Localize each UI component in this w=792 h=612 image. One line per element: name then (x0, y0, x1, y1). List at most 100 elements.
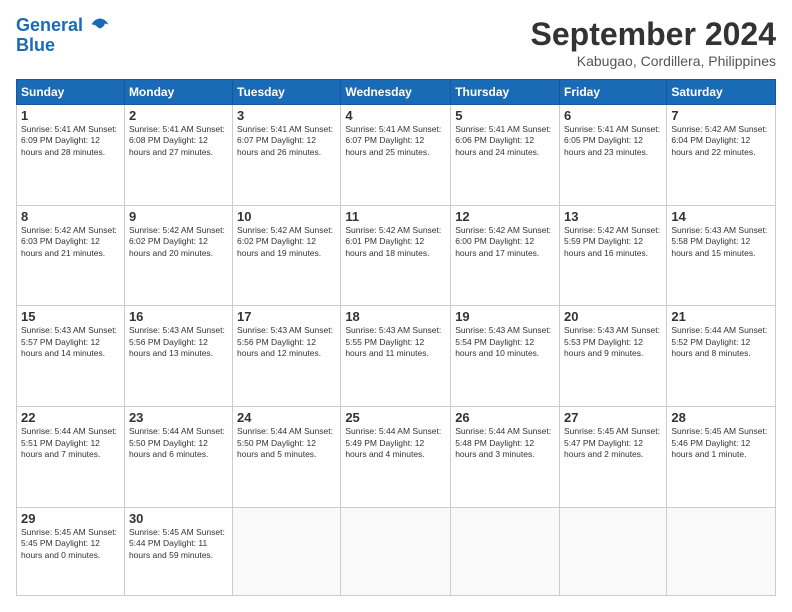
col-header-wednesday: Wednesday (341, 80, 451, 105)
day-cell-7: 7Sunrise: 5:42 AM Sunset: 6:04 PM Daylig… (667, 105, 776, 206)
calendar-week-2: 8Sunrise: 5:42 AM Sunset: 6:03 PM Daylig… (17, 205, 776, 306)
day-number: 25 (345, 410, 446, 425)
day-number: 12 (455, 209, 555, 224)
day-info: Sunrise: 5:42 AM Sunset: 6:01 PM Dayligh… (345, 225, 446, 259)
day-cell-18: 18Sunrise: 5:43 AM Sunset: 5:55 PM Dayli… (341, 306, 451, 407)
day-cell-5: 5Sunrise: 5:41 AM Sunset: 6:06 PM Daylig… (451, 105, 560, 206)
day-number: 2 (129, 108, 228, 123)
month-title: September 2024 (531, 16, 776, 53)
day-number: 28 (671, 410, 771, 425)
day-info: Sunrise: 5:43 AM Sunset: 5:56 PM Dayligh… (129, 325, 228, 359)
col-header-sunday: Sunday (17, 80, 125, 105)
day-cell-29: 29Sunrise: 5:45 AM Sunset: 5:45 PM Dayli… (17, 507, 125, 595)
day-number: 29 (21, 511, 120, 526)
day-number: 7 (671, 108, 771, 123)
calendar-week-5: 29Sunrise: 5:45 AM Sunset: 5:45 PM Dayli… (17, 507, 776, 595)
day-cell-2: 2Sunrise: 5:41 AM Sunset: 6:08 PM Daylig… (124, 105, 232, 206)
day-cell-9: 9Sunrise: 5:42 AM Sunset: 6:02 PM Daylig… (124, 205, 232, 306)
day-number: 9 (129, 209, 228, 224)
calendar: SundayMondayTuesdayWednesdayThursdayFrid… (16, 79, 776, 596)
day-number: 16 (129, 309, 228, 324)
day-info: Sunrise: 5:42 AM Sunset: 6:02 PM Dayligh… (129, 225, 228, 259)
day-cell-27: 27Sunrise: 5:45 AM Sunset: 5:47 PM Dayli… (560, 407, 667, 508)
day-info: Sunrise: 5:45 AM Sunset: 5:44 PM Dayligh… (129, 527, 228, 561)
day-info: Sunrise: 5:42 AM Sunset: 6:03 PM Dayligh… (21, 225, 120, 259)
col-header-monday: Monday (124, 80, 232, 105)
day-info: Sunrise: 5:42 AM Sunset: 6:02 PM Dayligh… (237, 225, 336, 259)
day-cell-14: 14Sunrise: 5:43 AM Sunset: 5:58 PM Dayli… (667, 205, 776, 306)
calendar-week-1: 1Sunrise: 5:41 AM Sunset: 6:09 PM Daylig… (17, 105, 776, 206)
day-cell-13: 13Sunrise: 5:42 AM Sunset: 5:59 PM Dayli… (560, 205, 667, 306)
day-info: Sunrise: 5:42 AM Sunset: 6:04 PM Dayligh… (671, 124, 771, 158)
empty-cell (341, 507, 451, 595)
day-cell-20: 20Sunrise: 5:43 AM Sunset: 5:53 PM Dayli… (560, 306, 667, 407)
day-cell-4: 4Sunrise: 5:41 AM Sunset: 6:07 PM Daylig… (341, 105, 451, 206)
day-info: Sunrise: 5:44 AM Sunset: 5:51 PM Dayligh… (21, 426, 120, 460)
day-cell-26: 26Sunrise: 5:44 AM Sunset: 5:48 PM Dayli… (451, 407, 560, 508)
day-number: 14 (671, 209, 771, 224)
location: Kabugao, Cordillera, Philippines (531, 53, 776, 69)
day-number: 30 (129, 511, 228, 526)
day-info: Sunrise: 5:45 AM Sunset: 5:46 PM Dayligh… (671, 426, 771, 460)
day-cell-1: 1Sunrise: 5:41 AM Sunset: 6:09 PM Daylig… (17, 105, 125, 206)
day-number: 6 (564, 108, 662, 123)
day-number: 23 (129, 410, 228, 425)
day-number: 10 (237, 209, 336, 224)
day-cell-6: 6Sunrise: 5:41 AM Sunset: 6:05 PM Daylig… (560, 105, 667, 206)
day-number: 24 (237, 410, 336, 425)
day-cell-28: 28Sunrise: 5:45 AM Sunset: 5:46 PM Dayli… (667, 407, 776, 508)
day-info: Sunrise: 5:41 AM Sunset: 6:09 PM Dayligh… (21, 124, 120, 158)
empty-cell (667, 507, 776, 595)
day-info: Sunrise: 5:44 AM Sunset: 5:50 PM Dayligh… (129, 426, 228, 460)
day-info: Sunrise: 5:44 AM Sunset: 5:52 PM Dayligh… (671, 325, 771, 359)
col-header-tuesday: Tuesday (233, 80, 341, 105)
day-number: 1 (21, 108, 120, 123)
col-header-thursday: Thursday (451, 80, 560, 105)
day-info: Sunrise: 5:43 AM Sunset: 5:57 PM Dayligh… (21, 325, 120, 359)
day-number: 15 (21, 309, 120, 324)
header: General Blue September 2024 Kabugao, Cor… (16, 16, 776, 69)
day-number: 17 (237, 309, 336, 324)
day-cell-23: 23Sunrise: 5:44 AM Sunset: 5:50 PM Dayli… (124, 407, 232, 508)
day-cell-16: 16Sunrise: 5:43 AM Sunset: 5:56 PM Dayli… (124, 306, 232, 407)
empty-cell (451, 507, 560, 595)
day-number: 21 (671, 309, 771, 324)
day-cell-21: 21Sunrise: 5:44 AM Sunset: 5:52 PM Dayli… (667, 306, 776, 407)
day-cell-10: 10Sunrise: 5:42 AM Sunset: 6:02 PM Dayli… (233, 205, 341, 306)
day-number: 8 (21, 209, 120, 224)
col-header-saturday: Saturday (667, 80, 776, 105)
day-cell-11: 11Sunrise: 5:42 AM Sunset: 6:01 PM Dayli… (341, 205, 451, 306)
logo-blue: Blue (16, 36, 110, 56)
day-info: Sunrise: 5:43 AM Sunset: 5:58 PM Dayligh… (671, 225, 771, 259)
day-cell-15: 15Sunrise: 5:43 AM Sunset: 5:57 PM Dayli… (17, 306, 125, 407)
day-info: Sunrise: 5:45 AM Sunset: 5:47 PM Dayligh… (564, 426, 662, 460)
day-number: 3 (237, 108, 336, 123)
day-number: 5 (455, 108, 555, 123)
day-info: Sunrise: 5:43 AM Sunset: 5:56 PM Dayligh… (237, 325, 336, 359)
day-cell-19: 19Sunrise: 5:43 AM Sunset: 5:54 PM Dayli… (451, 306, 560, 407)
day-number: 26 (455, 410, 555, 425)
day-info: Sunrise: 5:43 AM Sunset: 5:54 PM Dayligh… (455, 325, 555, 359)
day-cell-30: 30Sunrise: 5:45 AM Sunset: 5:44 PM Dayli… (124, 507, 232, 595)
day-info: Sunrise: 5:44 AM Sunset: 5:48 PM Dayligh… (455, 426, 555, 460)
empty-cell (233, 507, 341, 595)
day-cell-25: 25Sunrise: 5:44 AM Sunset: 5:49 PM Dayli… (341, 407, 451, 508)
day-info: Sunrise: 5:44 AM Sunset: 5:49 PM Dayligh… (345, 426, 446, 460)
day-number: 20 (564, 309, 662, 324)
day-number: 18 (345, 309, 446, 324)
day-info: Sunrise: 5:43 AM Sunset: 5:53 PM Dayligh… (564, 325, 662, 359)
calendar-header-row: SundayMondayTuesdayWednesdayThursdayFrid… (17, 80, 776, 105)
empty-cell (560, 507, 667, 595)
day-number: 19 (455, 309, 555, 324)
day-info: Sunrise: 5:45 AM Sunset: 5:45 PM Dayligh… (21, 527, 120, 561)
day-info: Sunrise: 5:41 AM Sunset: 6:07 PM Dayligh… (345, 124, 446, 158)
logo-general: General (16, 15, 83, 35)
day-number: 13 (564, 209, 662, 224)
day-info: Sunrise: 5:41 AM Sunset: 6:05 PM Dayligh… (564, 124, 662, 158)
day-info: Sunrise: 5:44 AM Sunset: 5:50 PM Dayligh… (237, 426, 336, 460)
day-info: Sunrise: 5:43 AM Sunset: 5:55 PM Dayligh… (345, 325, 446, 359)
calendar-week-3: 15Sunrise: 5:43 AM Sunset: 5:57 PM Dayli… (17, 306, 776, 407)
day-cell-12: 12Sunrise: 5:42 AM Sunset: 6:00 PM Dayli… (451, 205, 560, 306)
day-cell-22: 22Sunrise: 5:44 AM Sunset: 5:51 PM Dayli… (17, 407, 125, 508)
col-header-friday: Friday (560, 80, 667, 105)
